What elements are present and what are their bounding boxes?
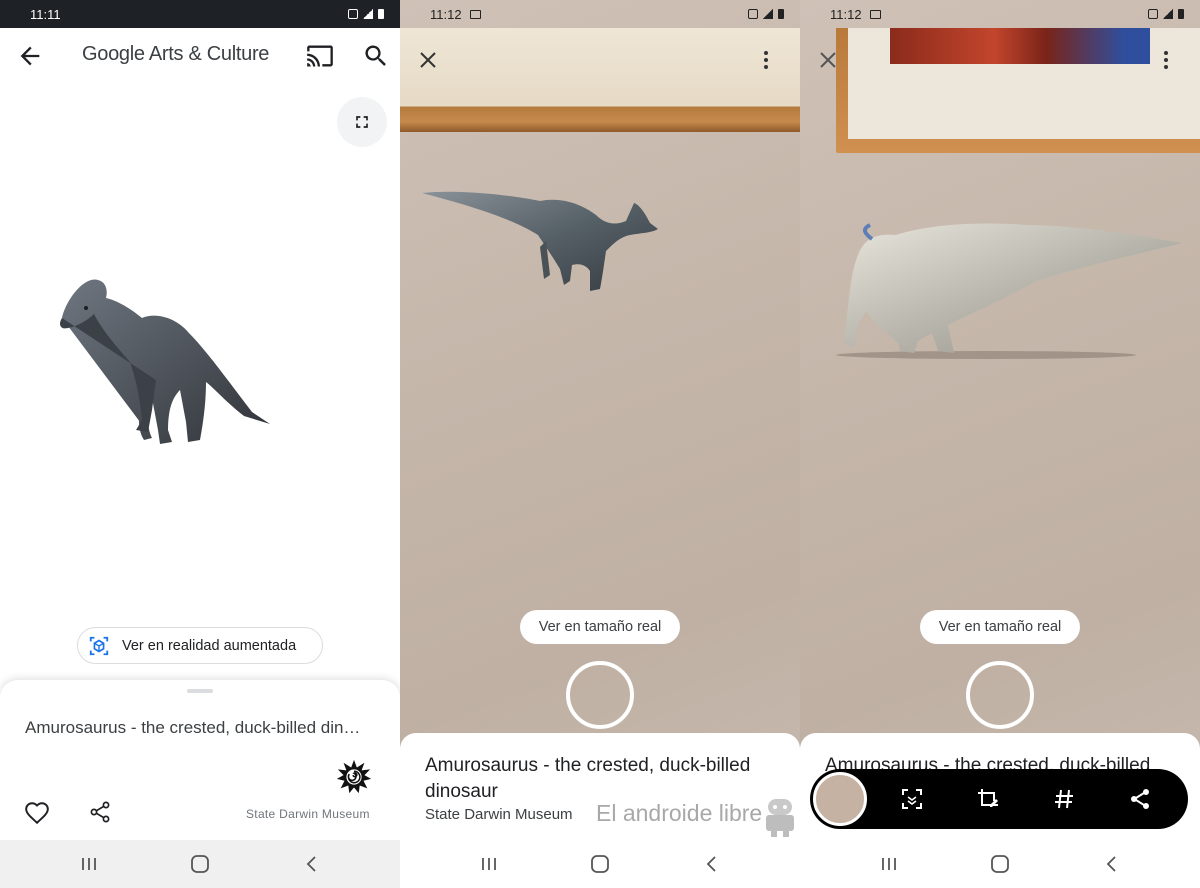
status-time: 11:12 [830,6,862,22]
ar-camera-screen-1: 11:12 Ver en tamaño real Amurosaurus - t… [400,0,800,888]
screenshot-collage: 11:11 Google Arts & Culture Ver en reali… [0,0,1200,888]
signal-icon [363,9,373,19]
hashtag-icon[interactable] [1052,787,1076,811]
system-nav-bar [400,840,800,888]
card-title[interactable]: Amurosaurus - the crested, duck-billed d… [425,753,775,805]
alarm-icon [348,9,358,19]
info-bottom-sheet: Amurosaurus - the crested, duck-billed d… [0,680,400,840]
status-bar: 11:12 [800,0,1200,28]
status-icons [1148,9,1184,19]
view-real-size-button[interactable]: Ver en tamaño real [520,610,680,644]
heart-icon[interactable] [24,800,50,826]
search-icon[interactable] [362,42,390,70]
nav-back-icon[interactable] [1101,854,1123,874]
view-real-size-button[interactable]: Ver en tamaño real [920,610,1080,644]
status-icons [748,9,784,19]
fullscreen-button[interactable] [337,97,387,147]
shutter-button[interactable] [966,661,1034,729]
dinosaur-ar-model[interactable] [836,215,1186,365]
alarm-icon [748,9,758,19]
battery-icon [778,9,784,19]
home-icon[interactable] [589,854,611,874]
watermark-text: El androide libre [596,800,763,826]
framed-artwork [890,28,1150,64]
battery-icon [1178,9,1184,19]
picture-frame [400,28,800,132]
status-bar: 11:12 [400,0,800,28]
recent-apps-icon[interactable] [878,854,900,874]
recent-apps-icon[interactable] [78,854,100,874]
status-time: 11:12 [430,6,462,22]
share-toolbar [810,769,1188,829]
museum-name[interactable]: State Darwin Museum [246,807,370,821]
more-vert-icon[interactable] [754,48,778,72]
fullscreen-icon [356,116,368,128]
museum-logo-icon [336,759,372,794]
home-icon[interactable] [989,854,1011,874]
nav-back-icon[interactable] [301,854,323,874]
ar-view-icon [89,636,109,655]
share-icon[interactable] [1128,787,1152,811]
signal-icon [763,9,773,19]
nav-back-icon[interactable] [701,854,723,874]
dinosaur-ar-model[interactable] [420,185,660,295]
back-arrow-icon[interactable] [16,42,44,70]
share-icon[interactable] [88,800,112,824]
shutter-button[interactable] [566,661,634,729]
status-icons [348,9,384,19]
battery-icon [378,9,384,19]
ar-camera-screen-2: 11:12 Ver en tamaño real Amurosaurus - t… [800,0,1200,888]
gallery-notification-icon [469,9,481,19]
captured-photo-thumbnail[interactable] [813,772,867,826]
view-in-ar-button[interactable]: Ver en realidad aumentada [77,627,323,664]
object-viewer-screen: 11:11 Google Arts & Culture Ver en reali… [0,0,400,888]
info-card: Amurosaurus - the crested, duck-billed d… [400,733,800,840]
gallery-notification-icon [869,9,881,19]
status-time: 11:11 [30,6,61,22]
system-nav-bar [0,840,400,888]
more-vert-icon[interactable] [1154,48,1178,72]
system-nav-bar [800,840,1200,888]
cast-icon[interactable] [306,42,334,70]
alarm-icon [1148,9,1158,19]
dinosaur-3d-model[interactable] [56,270,276,450]
close-icon[interactable] [416,48,440,72]
picture-frame [836,28,1200,153]
crop-edit-icon[interactable] [976,787,1000,811]
app-bar: Google Arts & Culture [0,28,400,84]
view-in-ar-label: Ver en realidad aumentada [122,637,297,654]
asset-title[interactable]: Amurosaurus - the crested, duck-billed d… [25,718,360,738]
sheet-drag-handle[interactable] [187,689,213,693]
card-museum[interactable]: State Darwin Museum [425,806,573,823]
recent-apps-icon[interactable] [478,854,500,874]
close-icon[interactable] [816,48,840,72]
app-title: Google Arts & Culture [82,43,270,65]
home-icon[interactable] [189,854,211,874]
signal-icon [1163,9,1173,19]
status-bar: 11:11 [0,0,400,28]
scan-icon[interactable] [900,787,924,811]
android-watermark-icon [766,799,794,837]
